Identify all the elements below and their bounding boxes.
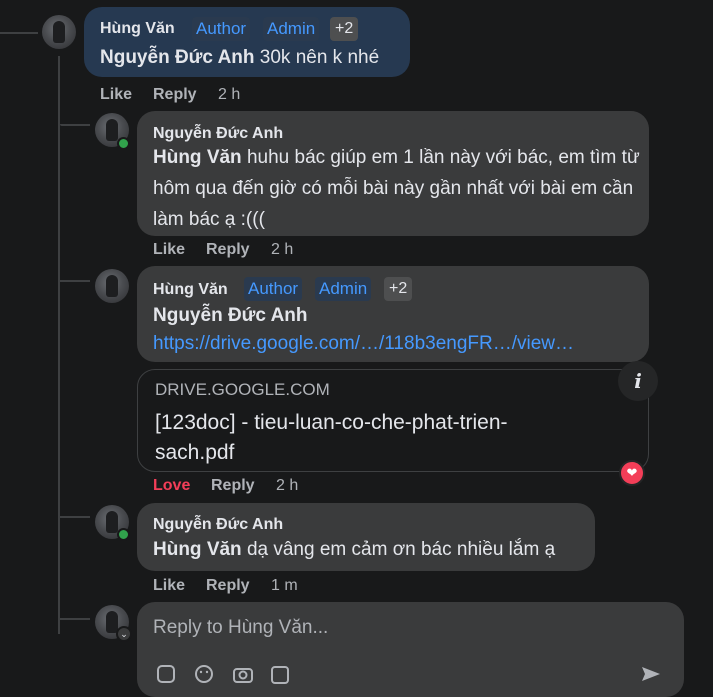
reply-button[interactable]: Reply [153,86,197,104]
gif-icon[interactable] [270,664,290,684]
more-badges[interactable]: +2 [384,277,413,301]
thread-connector [60,618,90,620]
avatar[interactable] [95,269,129,303]
comment-author[interactable]: Nguyễn Đức Anh [153,125,283,143]
comment-text: Hùng Văn huhu bác giúp em 1 lần này với … [153,147,640,230]
link-preview-card[interactable]: DRIVE.GOOGLE.COM [123doc] - tieu-luan-co… [137,369,649,472]
timestamp[interactable]: 2 h [276,477,298,495]
mention[interactable]: Nguyễn Đức Anh [100,47,255,68]
preview-domain: DRIVE.GOOGLE.COM [155,380,330,399]
online-status-dot [117,528,130,541]
mention[interactable]: Hùng Văn [153,539,242,560]
online-status-dot [117,137,130,150]
like-button[interactable]: Like [153,577,185,595]
admin-badge[interactable]: Admin [263,17,320,41]
comment-author[interactable]: Nguyễn Đức Anh [153,516,283,534]
reply-button[interactable]: Reply [206,241,250,259]
love-reaction-icon[interactable]: ❤ [619,460,645,486]
mention[interactable]: Hùng Văn [153,147,242,168]
camera-icon[interactable] [232,664,253,684]
sticker-icon[interactable] [156,664,176,684]
chevron-down-icon[interactable]: ⌄ [116,626,132,642]
thread-line [0,32,38,34]
timestamp[interactable]: 2 h [271,241,293,259]
thread-connector [60,124,90,126]
thread-connector [60,516,90,518]
comment-author[interactable]: Hùng Văn [100,20,175,38]
timestamp[interactable]: 2 h [218,86,240,104]
comment-text: Hùng Văn dạ vâng em cảm ơn bác nhiều lắm… [153,539,556,560]
admin-badge[interactable]: Admin [315,277,372,301]
thread-line [58,56,60,634]
timestamp[interactable]: 1 m [271,577,298,595]
reply-button[interactable]: Reply [211,477,255,495]
more-badges[interactable]: +2 [330,17,359,41]
love-button[interactable]: Love [153,477,190,495]
author-badge[interactable]: Author [192,17,251,41]
drive-link[interactable]: https://drive.google.com/…/118b3engFR…/v… [153,333,574,355]
emoji-icon[interactable] [194,664,214,684]
comment-author[interactable]: Hùng Văn [153,281,228,299]
info-icon[interactable]: i [618,361,658,401]
avatar[interactable] [42,15,76,49]
reply-button[interactable]: Reply [206,577,250,595]
like-button[interactable]: Like [100,86,132,104]
reply-input-placeholder: Reply to Hùng Văn... [153,617,329,638]
comment-text: Nguyễn Đức Anh 30k nên k nhé [100,47,380,68]
mention[interactable]: Nguyễn Đức Anh [153,300,308,331]
thread-connector [60,280,90,282]
preview-title[interactable]: [123doc] - tieu-luan-co-che-phat-trien-s… [155,408,585,468]
author-badge[interactable]: Author [244,277,303,301]
like-button[interactable]: Like [153,241,185,259]
send-icon[interactable] [640,664,660,684]
